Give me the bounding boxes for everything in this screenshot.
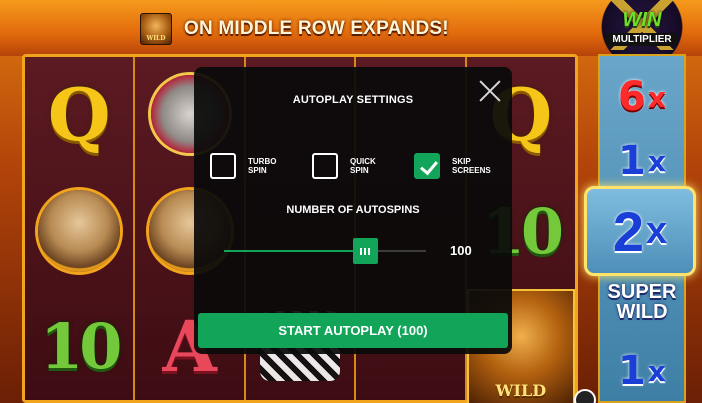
autoplay-settings-dialog: AUTOPLAY SETTINGS TURBO SPIN QUICK SPIN … [194,67,512,354]
multiplier-x: x [647,354,666,388]
autospins-value: 100 [450,243,472,258]
skip-screens-option[interactable]: SKIP SCREENS [414,152,492,180]
turbo-spin-option[interactable]: TURBO SPIN [210,152,288,180]
turbo-spin-checkbox[interactable] [210,153,236,179]
multiplier-value: 1 [618,348,646,394]
multiplier-cell-highlighted: 2x [584,186,696,276]
multiplier-cell: 1x [600,338,684,403]
meerkat-icon [38,190,121,272]
multiplier-x: x [647,144,666,178]
multiplier-x: x [647,80,666,114]
symbol-q: Q [47,71,111,157]
autospins-label: NUMBER OF AUTOSPINS [286,204,420,216]
super-wild-line-1: SUPER [607,281,677,303]
win-multiplier-badge: WIN MULTIPLIER [592,0,692,54]
banner-message: WILD ON MIDDLE ROW EXPANDS! [140,12,449,46]
reel-1: Q 10 [25,57,136,400]
multiplier-value: 2 [612,199,644,263]
autospins-slider-handle[interactable] [352,238,378,264]
skip-screens-label: SKIP SCREENS [452,156,491,175]
multiplier-value: 1 [618,138,646,184]
lion-wild-icon: WILD [140,13,172,45]
quick-spin-checkbox[interactable] [312,153,338,179]
multiplier-value: 6 [618,74,646,120]
grip-line-icon [364,247,367,255]
lion-wild-label: WILD [495,381,547,400]
multiplier-cell: 6x [600,64,684,130]
win-label: WIN [622,8,662,31]
skip-screens-checkbox[interactable] [414,153,440,179]
start-autoplay-button[interactable]: START AUTOPLAY (100) [198,313,508,348]
symbol-meerkat [25,174,133,288]
autospins-slider-track[interactable] [224,250,426,252]
multiplier-cell: 1x [600,128,684,194]
dialog-title: AUTOPLAY SETTINGS [292,94,414,106]
quick-spin-label: QUICK SPIN [350,156,376,175]
banner-text: ON MIDDLE ROW EXPANDS! [184,18,449,39]
multiplier-x: x [646,209,668,252]
grip-line-icon [360,247,363,255]
super-wild-line-2: WILD [616,301,668,323]
super-wild-label: SUPER WILD [600,282,684,322]
quick-spin-option[interactable]: QUICK SPIN [312,152,390,180]
lion-wild-icon-text: WILD [146,35,166,42]
autospins-slider-fill [224,250,366,252]
turbo-spin-label: TURBO SPIN [248,156,277,175]
multiplier-label: MULTIPLIER [606,32,678,46]
symbol-ten: 10 [40,309,122,383]
close-icon[interactable] [478,79,502,103]
spin-button-edge[interactable] [574,389,596,403]
grip-line-icon [368,247,371,255]
